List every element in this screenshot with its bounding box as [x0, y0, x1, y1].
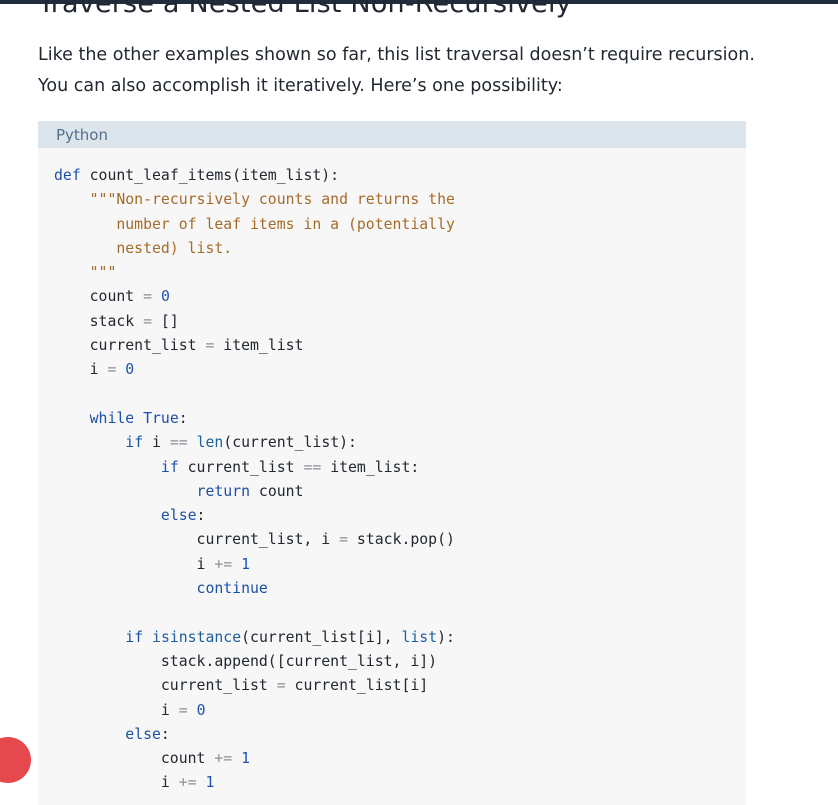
code-line: while True:	[89, 409, 188, 427]
section-heading: Traverse a Nested List Non-Recursively	[38, 0, 572, 19]
code-line: i = 0	[54, 361, 135, 379]
code-language-tab: Python	[38, 121, 746, 148]
code-line: continue	[196, 580, 268, 598]
code-line: stack.append([current_list, i])	[54, 652, 438, 670]
code-line: """	[89, 264, 117, 282]
code-line: def count_leaf_items(item_list):	[54, 167, 340, 184]
code-line: ​	[54, 601, 455, 625]
code-line: i += 1	[54, 555, 251, 573]
code-line: if isinstance(current_list[i], list):	[125, 628, 455, 646]
code-line: count += 1	[54, 750, 251, 768]
code-line: """Non-recursively counts and returns th…	[89, 191, 455, 209]
code-line: if i == len(current_list):	[125, 434, 357, 452]
code-line: if current_list == item_list:	[160, 458, 420, 476]
code-language-label: Python	[56, 125, 108, 144]
code-line: current_list = item_list	[54, 337, 304, 355]
floating-action-button[interactable]	[0, 737, 31, 783]
code-block[interactable]: Python def count_leaf_items(item_list): …	[38, 121, 746, 805]
code-line: else:	[160, 507, 206, 525]
code-line: i = 0	[54, 701, 206, 719]
code-line: nested) list.	[116, 239, 233, 257]
intro-paragraph: Like the other examples shown so far, th…	[38, 40, 798, 102]
code-listing[interactable]: def count_leaf_items(item_list): """Non-…	[54, 164, 455, 796]
code-line: ​	[54, 383, 455, 407]
intro-line-1: Like the other examples shown so far, th…	[38, 45, 755, 65]
code-line: stack = []	[54, 312, 179, 330]
code-line: i += 1	[54, 774, 215, 792]
code-line: return count	[196, 482, 304, 500]
code-line: current_list, i = stack.pop()	[54, 531, 455, 549]
code-line: count = 0	[54, 288, 170, 306]
code-line: current_list = current_list[i]	[54, 677, 429, 695]
code-line: else:	[125, 725, 170, 743]
intro-line-2: You can also accomplish it iteratively. …	[38, 76, 563, 96]
code-line: number of leaf items in a (potentially	[116, 215, 455, 233]
